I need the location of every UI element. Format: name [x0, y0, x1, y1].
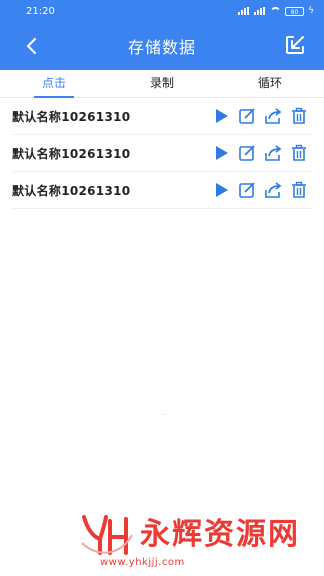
record-list: 默认名称10261310 默认名称10261310 默认名称10261310 — [12, 98, 312, 209]
list-item[interactable]: 默认名称10261310 — [12, 98, 312, 135]
tab-click[interactable]: 点击 — [0, 70, 108, 97]
tab-record[interactable]: 录制 — [108, 70, 216, 97]
signal-icon — [238, 7, 250, 15]
edit-icon[interactable] — [238, 107, 256, 125]
title-bar: 存储数据 — [0, 22, 324, 70]
trash-icon[interactable] — [290, 107, 308, 125]
watermark-text: 永辉资源网 — [140, 517, 300, 552]
app-header: 21:20 80 ϟ 存储数据 — [0, 0, 324, 70]
list-item[interactable]: 默认名称10261310 — [12, 172, 312, 209]
watermark-logo-icon — [81, 515, 133, 555]
status-icons: 80 ϟ — [238, 6, 314, 16]
wifi-icon — [270, 7, 282, 15]
chevron-left-icon[interactable] — [22, 35, 42, 57]
play-icon[interactable] — [212, 107, 230, 125]
record-actions — [212, 181, 312, 199]
play-icon[interactable] — [212, 181, 230, 199]
status-time: 21:20 — [26, 5, 55, 17]
record-name: 默认名称10261310 — [12, 183, 131, 198]
share-icon[interactable] — [264, 144, 282, 162]
battery-icon: 80 — [285, 6, 305, 16]
page-title: 存储数据 — [127, 38, 196, 57]
record-name: 默认名称10261310 — [12, 146, 131, 161]
battery-level: 80 — [290, 8, 299, 16]
export-box-icon[interactable] — [284, 34, 306, 56]
tab-bar: 点击 录制 循环 — [0, 70, 324, 98]
edit-icon[interactable] — [238, 181, 256, 199]
record-actions — [212, 144, 312, 162]
center-dot — [163, 414, 164, 415]
watermark-url: www.yhkjjj.com — [100, 557, 185, 568]
charging-icon: ϟ — [308, 6, 314, 16]
play-icon[interactable] — [212, 144, 230, 162]
record-actions — [212, 107, 312, 125]
watermark: 永辉资源网 — [80, 512, 300, 558]
record-name: 默认名称10261310 — [12, 109, 131, 124]
trash-icon[interactable] — [290, 144, 308, 162]
status-bar: 21:20 80 ϟ — [0, 0, 324, 22]
tab-loop[interactable]: 循环 — [216, 70, 324, 97]
signal-icon-2 — [254, 7, 266, 15]
edit-icon[interactable] — [238, 144, 256, 162]
share-icon[interactable] — [264, 181, 282, 199]
share-icon[interactable] — [264, 107, 282, 125]
list-item[interactable]: 默认名称10261310 — [12, 135, 312, 172]
trash-icon[interactable] — [290, 181, 308, 199]
